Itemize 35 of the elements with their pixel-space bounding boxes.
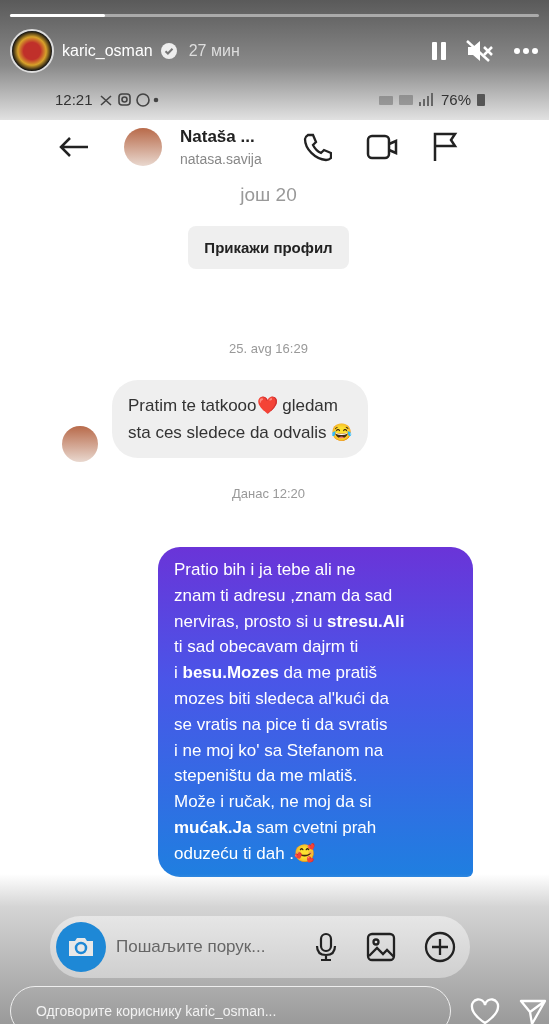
avatar[interactable]	[10, 29, 54, 73]
video-camera-icon[interactable]	[366, 134, 398, 160]
contact-handle: natasa.savija	[180, 151, 263, 167]
profile-photo[interactable]	[124, 128, 162, 166]
microphone-icon[interactable]	[314, 932, 338, 962]
camera-button[interactable]	[56, 922, 106, 972]
signal-icon	[378, 92, 435, 107]
username[interactable]: karic_osman	[62, 42, 153, 60]
back-arrow-icon[interactable]	[58, 136, 90, 158]
battery-icon	[477, 93, 485, 106]
status-time: 12:21	[55, 91, 93, 108]
timestamp: Данас 12:20	[230, 486, 307, 501]
outgoing-message: Pratio bih i ja tebe ali ne znam ti adresu ,znam da sad nerviras, prosto si u stresu.Ali ti sad obecavam dajrm ti i besu.Mozes da me pratiš mozes biti sledeca al'kući da se vratis na pice ti da svratis i ne moj ko' sa Stefanom na stepeništu da me mlatiš. Može i ručak, ne moj da si mućak.Ja sam cvetni prah oduzeću ti dah .🥰	[158, 547, 473, 877]
reply-field[interactable]: Одговорите кориснику karic_osman...	[10, 986, 451, 1024]
pause-icon[interactable]	[431, 41, 447, 61]
followers-count: још 20	[240, 184, 297, 206]
battery-percent: 76%	[440, 91, 471, 108]
muted-speaker-icon[interactable]	[465, 39, 495, 63]
post-time: 27 мин	[188, 42, 240, 60]
image-icon[interactable]	[366, 932, 396, 962]
more-icon[interactable]	[513, 47, 539, 55]
camera-icon	[67, 936, 95, 958]
flag-icon[interactable]	[432, 132, 458, 162]
send-icon[interactable]	[519, 998, 547, 1024]
add-icon[interactable]	[424, 931, 456, 963]
status-icons-drawing	[98, 92, 159, 107]
message-placeholder: Пошаљите порук...	[116, 937, 267, 957]
incoming-message: Pratim te tatkooo❤ gledam sta ces sledece da odvalis 😂	[112, 380, 369, 458]
view-profile-button[interactable]: Прикажи профил	[188, 226, 349, 269]
contact-name: Nataša ...	[180, 127, 256, 147]
timestamp: 25. avg 16:29	[228, 341, 309, 356]
heart-icon[interactable]	[470, 998, 500, 1024]
sender-avatar	[62, 426, 98, 462]
phone-icon[interactable]	[302, 132, 332, 162]
message-composer[interactable]: Пошаљите порук...	[50, 916, 470, 978]
